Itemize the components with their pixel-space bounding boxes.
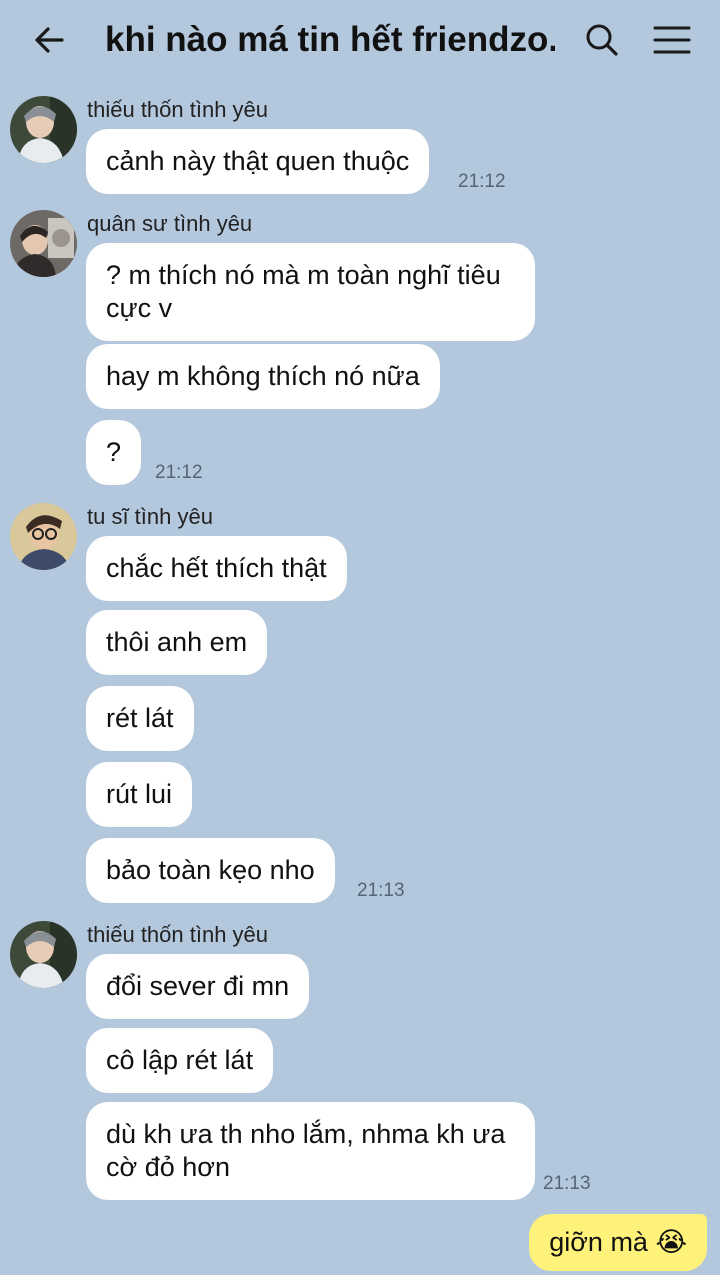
message-bubble[interactable]: ? m thích nó mà m toàn nghĩ tiêu cực v (86, 243, 535, 341)
message-bubble[interactable]: cô lập rét lát (86, 1028, 274, 1093)
message-time: 21:13 (357, 880, 405, 901)
message-bubble[interactable]: rút lui (86, 762, 193, 827)
message-bubble[interactable]: chắc hết thích thật (86, 536, 347, 601)
message-bubble[interactable]: thôi anh em (86, 610, 268, 675)
avatar[interactable] (10, 96, 77, 163)
message-bubble[interactable]: dù kh ưa th nho lắm, nhma kh ưa cờ đỏ hơ… (86, 1102, 535, 1200)
message-bubble[interactable]: rét lát (86, 686, 194, 751)
avatar-photo-icon (10, 210, 77, 277)
chat-header: khi nào má tin hết friendzo... (0, 0, 720, 82)
message-bubble[interactable]: đổi sever đi mn (86, 954, 310, 1019)
sender-name: quân sư tình yêu (87, 211, 253, 236)
sender-name: thiếu thốn tình yêu (87, 97, 269, 122)
hamburger-menu-icon (653, 26, 691, 54)
message-time: 21:12 (458, 171, 506, 192)
message-bubble[interactable]: ? (86, 420, 142, 485)
avatar[interactable] (10, 210, 77, 277)
avatar[interactable] (10, 921, 77, 988)
message-bubble[interactable]: hay m không thích nó nữa (86, 344, 440, 409)
avatar-photo-icon (10, 96, 77, 163)
menu-button[interactable] (650, 18, 694, 62)
chat-title: khi nào má tin hết friendzo... (105, 20, 555, 59)
avatar-photo-icon (10, 503, 77, 570)
message-time: 21:12 (155, 462, 203, 483)
avatar-photo-icon (10, 921, 77, 988)
message-bubble[interactable]: bảo toàn kẹo nho (86, 838, 335, 903)
search-button[interactable] (580, 18, 624, 62)
back-button[interactable] (28, 18, 72, 62)
message-time: 21:13 (543, 1173, 591, 1194)
sender-name: thiếu thốn tình yêu (87, 922, 269, 947)
arrow-left-icon (35, 27, 64, 53)
avatar[interactable] (10, 503, 77, 570)
outgoing-message-bubble[interactable]: giỡn mà 😭 (529, 1214, 707, 1271)
message-bubble[interactable]: cảnh này thật quen thuộc (86, 129, 430, 194)
search-icon (586, 24, 618, 56)
sender-name: tu sĩ tình yêu (87, 504, 213, 529)
